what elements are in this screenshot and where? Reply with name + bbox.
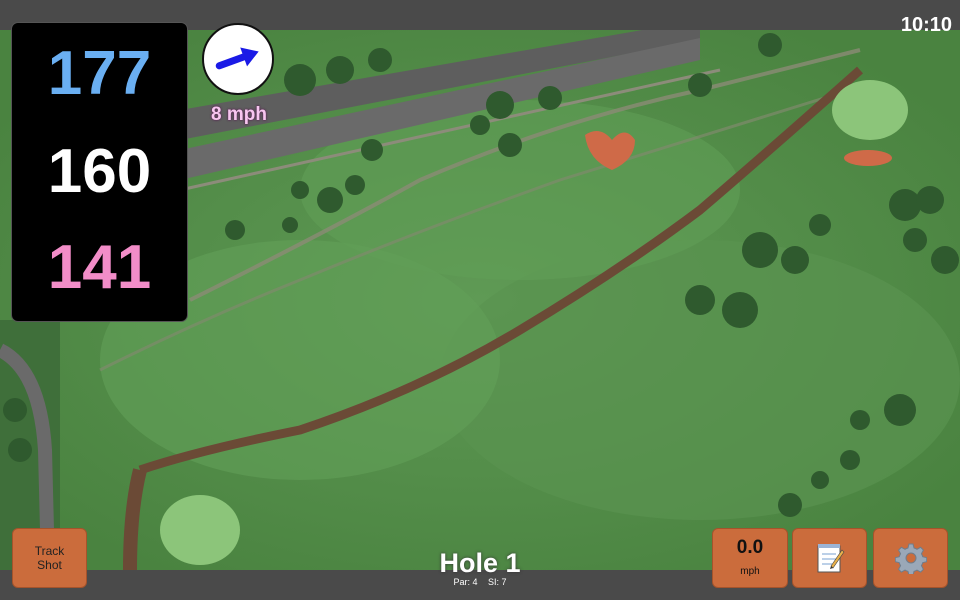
front-distance: 141 [47,233,152,302]
speed-button[interactable]: 0.0 mph [712,528,788,588]
arrow-right-icon [215,47,259,70]
status-clock: 10:10 [900,14,952,36]
distance-panel: 177 160 141 [11,22,188,322]
gear-icon [894,543,927,574]
track-shot-button[interactable]: Track Shot [12,528,87,588]
notes-button[interactable] [792,528,867,588]
notepad-icon [817,544,844,573]
back-distance: 177 [47,39,152,108]
hole-title: Hole 1 [439,548,521,578]
wind-speed: 8 mph [211,104,267,125]
middle-distance: 160 [47,137,152,206]
settings-button[interactable] [873,528,948,588]
speed-value: 0.0 [736,537,764,558]
wind-direction-dial [202,23,274,95]
hole-stroke-index: SI: 7 [488,577,507,587]
hole-par: Par: 4 [453,577,478,587]
track-shot-label-line2: Shot [37,558,62,572]
speed-unit: mph [740,566,760,577]
hole-info: Par: 4 SI: 7 [380,577,580,587]
track-shot-label-line1: Track [34,544,65,558]
